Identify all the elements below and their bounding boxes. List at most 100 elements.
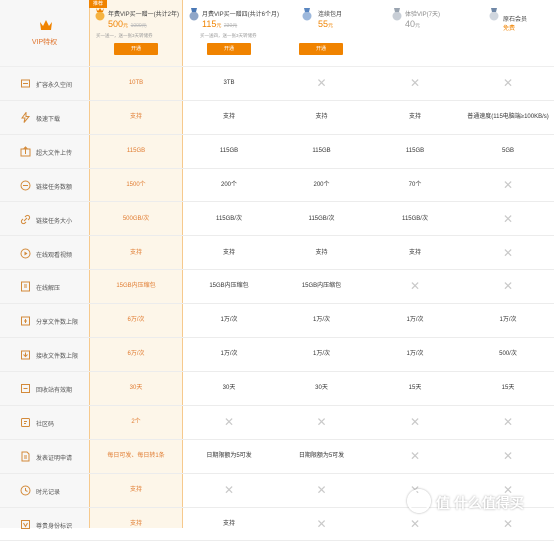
- cell-month: 3TB: [223, 80, 235, 86]
- cell-stone: 普通速度(115电脑端≥100KB/s): [467, 113, 549, 120]
- not-supported-icon: ✕: [409, 76, 421, 90]
- cell-year: 每日可发、每日转1条: [107, 452, 165, 459]
- not-supported-icon: ✕: [502, 279, 514, 294]
- feature-row: 极速下载 支持 支持 支持 支持 普通速度(115电脑端≥100KB/s): [0, 101, 554, 135]
- feature-row: 发表证明申请 每日可发、每日转1条 日期限额为5可发 日期限额为5可发 ✕ ✕: [0, 440, 554, 474]
- vip-comparison-table: VIP特权 推荐 年费VIP买一赠一(共计2年) 500元 1000元 买一送一…: [0, 0, 554, 541]
- not-supported-icon: ✕: [502, 448, 514, 463]
- feature-label: 链接任务数额: [36, 184, 73, 191]
- feature-label: 尊贵身份标识: [36, 523, 73, 530]
- recycle-icon: [21, 384, 30, 394]
- cell-month: 115GB/次: [216, 215, 242, 222]
- cell-month: 日期限额为5可发: [206, 452, 252, 459]
- cell-month: 支持: [222, 249, 235, 256]
- cell-month: 200个: [220, 181, 237, 188]
- feature-row: 分享文件数上限 6万/次 1万/次 1万/次 1万/次 1万/次: [0, 304, 554, 339]
- share-icon: [21, 316, 30, 326]
- stone-medal-icon: [489, 8, 499, 21]
- plan-name-stone: 原石会员: [503, 17, 528, 23]
- cell-month: 1万/次: [220, 317, 238, 324]
- feature-label: 接收文件数上限: [36, 354, 79, 361]
- not-supported-icon: ✕: [316, 516, 327, 531]
- link-icon: [20, 214, 31, 224]
- not-supported-icon: ✕: [316, 415, 327, 429]
- watermark-logo-icon: [407, 489, 431, 513]
- feature-label: 回收站有效期: [36, 388, 73, 395]
- gray-medal-icon: [392, 8, 402, 21]
- not-supported-icon: ✕: [223, 415, 235, 429]
- feature-row: 在线观看视频 支持 支持 支持 支持 ✕: [0, 237, 554, 271]
- feature-row: 超大文件上传 115GB 115GB 115GB 115GB 5GB: [0, 135, 554, 169]
- plan-note-year: 买一送一，送一张3天转储券: [96, 33, 153, 38]
- feature-label: 在线观看视频: [36, 252, 73, 259]
- cell-monthly-auto: 15GB内压缩包: [301, 283, 342, 290]
- cell-trial: 15天: [408, 385, 422, 392]
- cell-year: 15GB内压缩包: [116, 283, 156, 290]
- not-supported-icon: ✕: [316, 482, 327, 497]
- open-month-button[interactable]: 开通: [207, 43, 251, 55]
- cell-year: 115GB: [126, 147, 146, 154]
- cell-monthly-auto: 115GB/次: [308, 215, 335, 222]
- feature-row: 社区码 2个 ✕ ✕ ✕ ✕: [0, 406, 554, 440]
- cell-monthly-auto: 1万/次: [312, 351, 330, 358]
- cell-month: 15GB内压缩包: [209, 283, 249, 290]
- cell-trial: 支持: [408, 249, 421, 256]
- cell-year: 支持: [129, 249, 142, 256]
- plan-name-year: 年费VIP买一赠一(共计2年): [108, 12, 180, 18]
- plan-name-trial: 体验VIP(7天): [405, 12, 441, 18]
- cell-trial: 115GB/次: [402, 215, 428, 222]
- certificate-icon: [21, 451, 30, 462]
- plan-price-trial: 40元: [405, 19, 421, 29]
- cell-monthly-auto: 日期限额为5可发: [298, 452, 345, 459]
- cell-monthly-auto: 1万/次: [312, 317, 330, 324]
- feature-row: 接收文件数上限 6万/次 1万/次 1万/次 1万/次 500/次: [0, 338, 554, 372]
- feature-row: 扩容永久空间 10TB 3TB ✕ ✕ ✕: [0, 67, 554, 101]
- not-supported-icon: ✕: [223, 482, 235, 497]
- plan-price-year: 500元 1000元: [108, 19, 147, 29]
- feature-label: 发表证明申请: [36, 455, 73, 462]
- vip-title: VIP特权: [31, 39, 58, 46]
- cell-monthly-auto: 200个: [313, 181, 330, 188]
- watermark-text: 值 什么值得买: [436, 495, 524, 511]
- storage-icon: [21, 79, 30, 88]
- cell-year: 6万/次: [127, 317, 145, 324]
- silver-medal-icon: [189, 8, 199, 21]
- not-supported-icon: ✕: [316, 76, 327, 90]
- cell-trial: 支持: [408, 113, 421, 120]
- feature-row: 在线解压 15GB内压缩包 15GB内压缩包 15GB内压缩包 ✕ ✕: [0, 270, 554, 305]
- cell-year: 500GB/次: [122, 215, 150, 222]
- plan-price-monthly-auto: 55元: [318, 19, 334, 29]
- feature-label: 社区码: [36, 422, 55, 428]
- cell-month: 1万/次: [220, 351, 238, 358]
- cell-trial: 1万/次: [406, 351, 424, 358]
- cell-year: 2个: [131, 419, 141, 425]
- not-supported-icon: ✕: [502, 76, 514, 90]
- feature-row: 链接任务大小 500GB/次 115GB/次 115GB/次 115GB/次 ✕: [0, 203, 554, 237]
- cell-month: 115GB: [219, 147, 239, 154]
- community-icon: [21, 418, 30, 427]
- plan-header: VIP特权 推荐 年费VIP买一赠一(共计2年) 500元 1000元 买一送一…: [0, 0, 554, 67]
- cell-year: 1500个: [126, 181, 146, 188]
- not-supported-icon: ✕: [502, 177, 514, 192]
- open-year-button[interactable]: 开通: [114, 43, 158, 55]
- video-icon: [20, 248, 31, 258]
- not-supported-icon: ✕: [502, 415, 514, 429]
- open-monthly-auto-button[interactable]: 开通: [299, 43, 343, 55]
- cell-stone: 500/次: [499, 351, 517, 358]
- cell-stone: 15天: [501, 385, 515, 392]
- unzip-icon: [21, 281, 30, 292]
- feature-label: 分享文件数上限: [36, 320, 79, 327]
- crown-icon: [40, 20, 52, 30]
- feature-label: 在线解压: [36, 286, 61, 293]
- not-supported-icon: ✕: [409, 279, 421, 294]
- feature-label: 链接任务大小: [36, 218, 73, 225]
- crown-medal-icon: [95, 8, 105, 21]
- lightning-icon: [21, 111, 31, 123]
- cell-year: 30天: [129, 385, 143, 392]
- cell-monthly-auto: 支持: [315, 249, 328, 256]
- feature-row: 回收站有效期 30天 30天 30天 15天 15天: [0, 372, 554, 406]
- vip-badge-icon: [21, 519, 30, 529]
- not-supported-icon: ✕: [409, 448, 421, 463]
- not-supported-icon: ✕: [502, 211, 514, 226]
- plan-name-month: 月费VIP买一赠四(共计6个月): [202, 12, 280, 18]
